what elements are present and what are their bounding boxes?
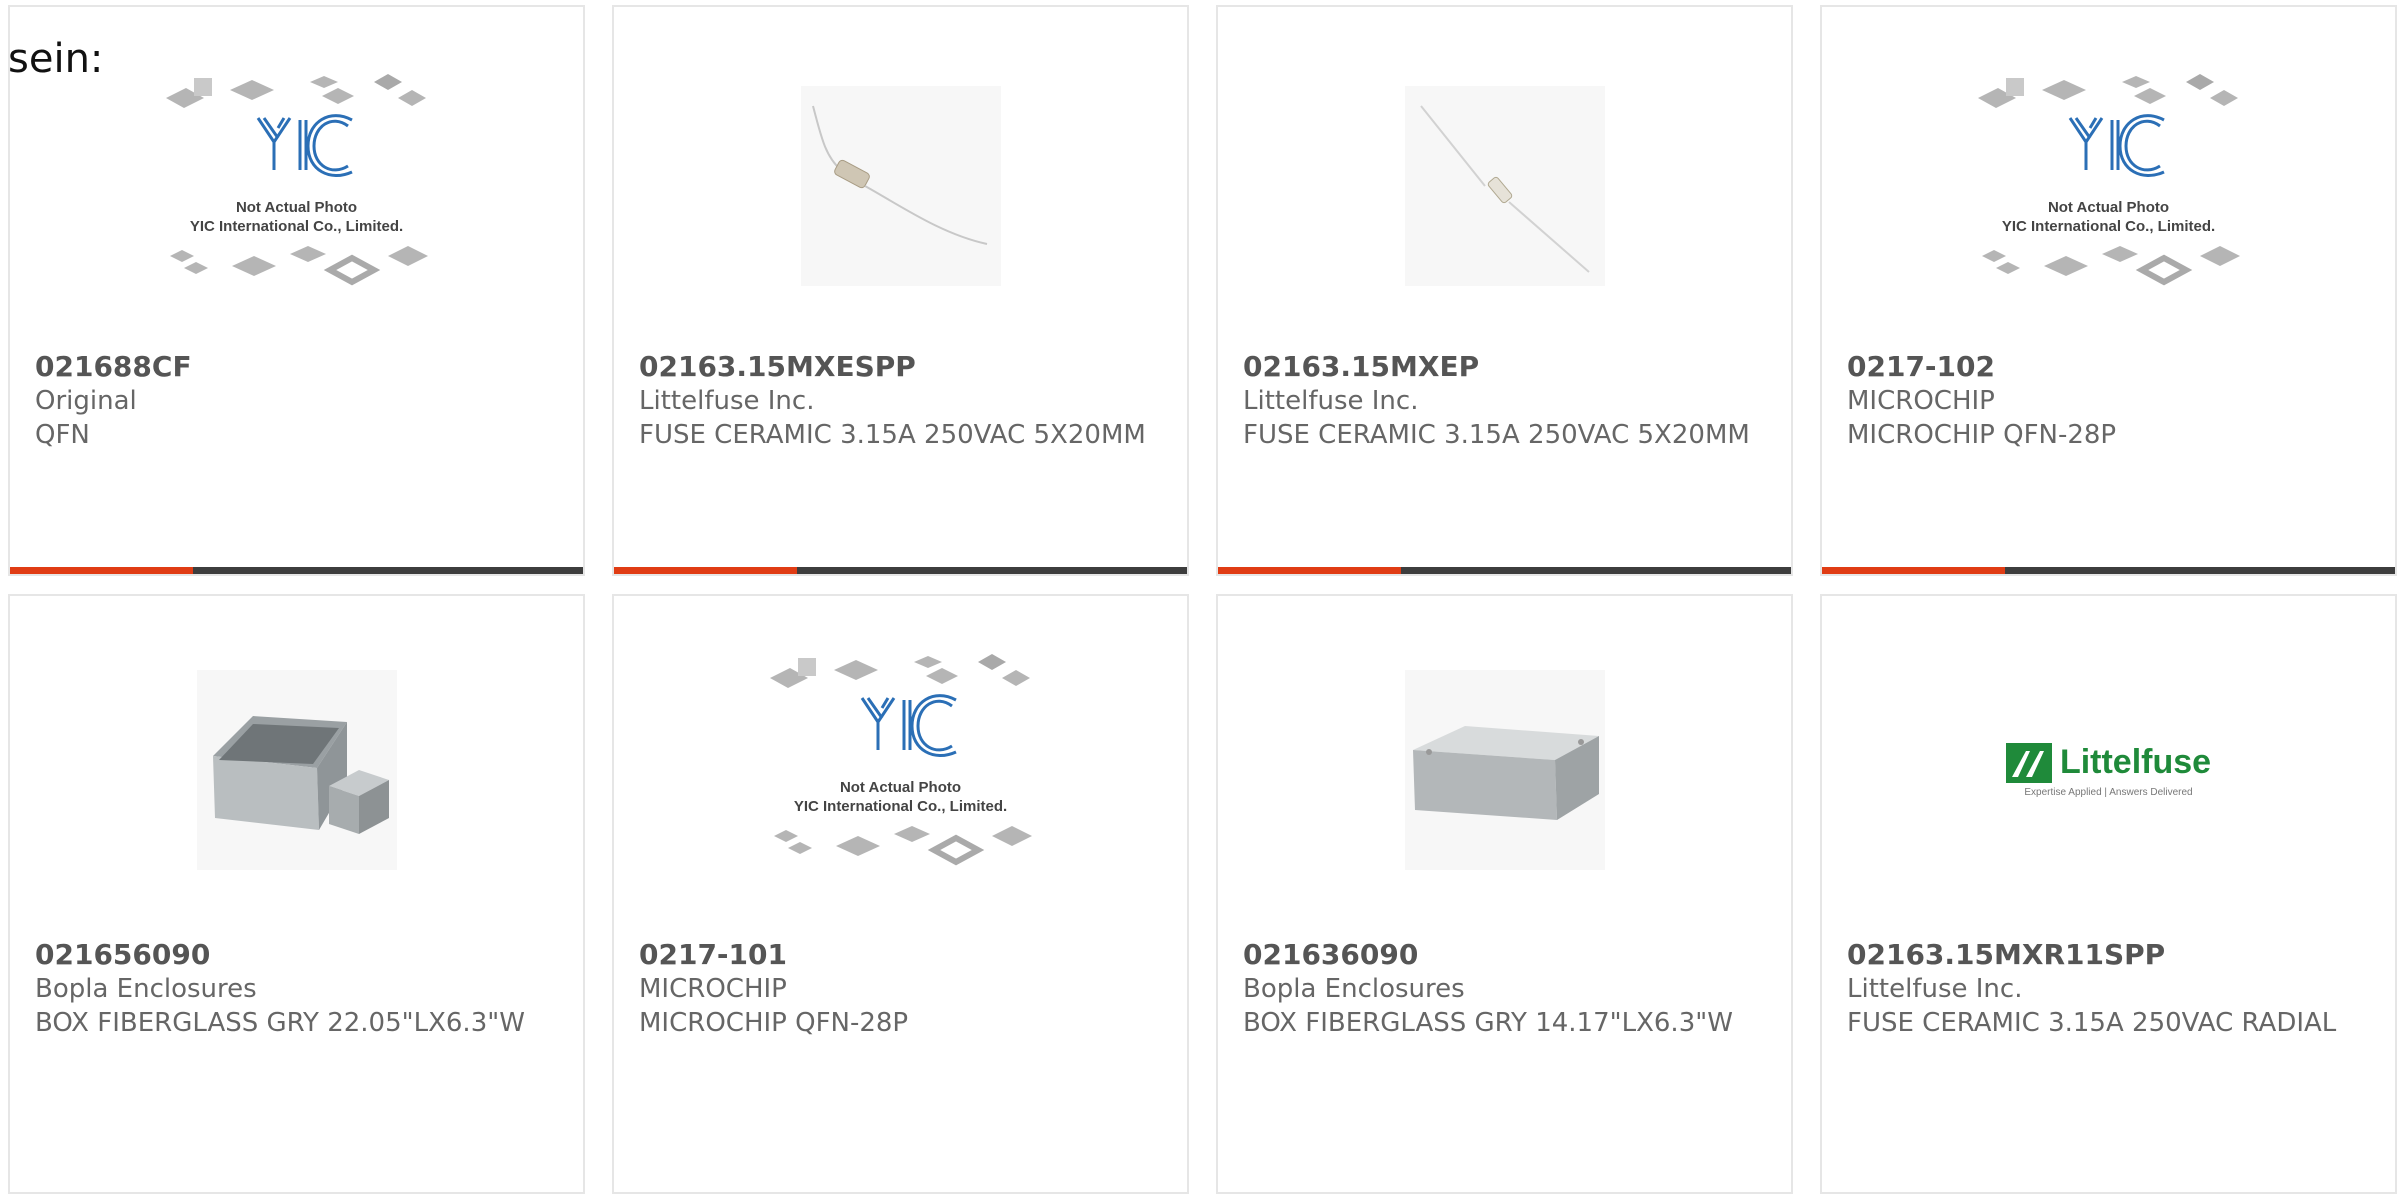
description: BOX FIBERGLASS GRY 14.17"LX6.3"W — [1243, 1008, 1733, 1038]
manufacturer: MICROCHIP — [1847, 386, 1995, 416]
description: BOX FIBERGLASS GRY 22.05"LX6.3"W — [35, 1008, 525, 1038]
product-image — [1404, 670, 1605, 870]
placeholder-company: YIC International Co., Limited. — [2001, 218, 2216, 235]
product-card[interactable]: Not Actual Photo YIC International Co., … — [612, 594, 1189, 1194]
card-accent — [614, 567, 797, 574]
product-image: Littelfuse Expertise Applied | Answers D… — [2005, 670, 2212, 870]
product-info: 021688CF Original QFN — [35, 350, 563, 452]
placeholder-company: YIC International Co., Limited. — [189, 218, 404, 235]
product-info: 02163.15MXEP Littelfuse Inc. FUSE CERAMI… — [1243, 350, 1771, 452]
manufacturer: Bopla Enclosures — [1243, 974, 1465, 1004]
part-number[interactable]: 02163.15MXESPP — [639, 350, 1167, 384]
card-accent — [1822, 567, 2005, 574]
manufacturer: MICROCHIP — [639, 974, 787, 1004]
littelfuse-mark-icon — [2005, 742, 2052, 783]
product-image — [196, 670, 397, 870]
part-number[interactable]: 02163.15MXR11SPP — [1847, 938, 2375, 972]
product-card[interactable]: 021636090 Bopla Enclosures BOX FIBERGLAS… — [1216, 594, 1793, 1194]
part-number[interactable]: 021688CF — [35, 350, 563, 384]
manufacturer: Littelfuse Inc. — [639, 386, 815, 416]
chip-package-icon — [769, 654, 1032, 866]
product-card[interactable]: Littelfuse Expertise Applied | Answers D… — [1820, 594, 2397, 1194]
placeholder-company: YIC International Co., Limited. — [793, 798, 1008, 815]
littelfuse-logo: Littelfuse Expertise Applied | Answers D… — [2005, 742, 2212, 798]
manufacturer: Bopla Enclosures — [35, 974, 257, 1004]
product-info: 021656090 Bopla Enclosures BOX FIBERGLAS… — [35, 938, 563, 1040]
part-number[interactable]: 021656090 — [35, 938, 563, 972]
manufacturer: Original — [35, 386, 137, 416]
card-bottom-bar — [1822, 567, 2395, 574]
product-image — [1404, 86, 1605, 286]
placeholder-image: Not Actual Photo YIC International Co., … — [165, 74, 428, 294]
card-accent — [1218, 567, 1401, 574]
enclosure-icon — [212, 716, 389, 834]
product-grid: Not Actual Photo YIC International Co., … — [0, 0, 2400, 1194]
description: FUSE CERAMIC 3.15A 250VAC RADIAL — [1847, 1008, 2337, 1038]
product-card[interactable]: Not Actual Photo YIC International Co., … — [8, 5, 585, 576]
fuse-icon — [1419, 105, 1590, 273]
placeholder-caption: Not Actual Photo — [2047, 199, 2170, 216]
description: QFN — [35, 420, 90, 450]
product-info: 02163.15MXESPP Littelfuse Inc. FUSE CERA… — [639, 350, 1167, 452]
product-info: 02163.15MXR11SPP Littelfuse Inc. FUSE CE… — [1847, 938, 2375, 1040]
product-info: 0217-101 MICROCHIP MICROCHIP QFN-28P — [639, 938, 1167, 1040]
description: FUSE CERAMIC 3.15A 250VAC 5X20MM — [639, 420, 1146, 450]
page-label: sein: — [8, 36, 104, 82]
description: FUSE CERAMIC 3.15A 250VAC 5X20MM — [1243, 420, 1750, 450]
placeholder-caption: Not Actual Photo — [235, 199, 358, 216]
product-image — [800, 86, 1001, 286]
manufacturer: Littelfuse Inc. — [1243, 386, 1419, 416]
card-bottom-bar — [1218, 567, 1791, 574]
product-info: 021636090 Bopla Enclosures BOX FIBERGLAS… — [1243, 938, 1771, 1040]
placeholder-caption: Not Actual Photo — [839, 779, 962, 796]
part-number[interactable]: 0217-102 — [1847, 350, 2375, 384]
placeholder-image: Not Actual Photo YIC International Co., … — [769, 654, 1032, 874]
card-bottom-bar — [10, 567, 583, 574]
card-bottom-bar — [614, 567, 1187, 574]
product-info: 0217-102 MICROCHIP MICROCHIP QFN-28P — [1847, 350, 2375, 452]
part-number[interactable]: 02163.15MXEP — [1243, 350, 1771, 384]
part-number[interactable]: 021636090 — [1243, 938, 1771, 972]
littelfuse-brand: Littelfuse — [2059, 743, 2212, 781]
manufacturer: Littelfuse Inc. — [1847, 974, 2023, 1004]
card-accent — [10, 567, 193, 574]
littelfuse-tagline: Expertise Applied | Answers Delivered — [2024, 786, 2193, 798]
description: MICROCHIP QFN-28P — [1847, 420, 2117, 450]
enclosure-icon — [1412, 726, 1599, 820]
chip-package-icon — [1977, 74, 2240, 286]
product-card[interactable]: 02163.15MXEP Littelfuse Inc. FUSE CERAMI… — [1216, 5, 1793, 576]
chip-package-icon — [165, 74, 428, 286]
product-card[interactable]: 02163.15MXESPP Littelfuse Inc. FUSE CERA… — [612, 5, 1189, 576]
part-number[interactable]: 0217-101 — [639, 938, 1167, 972]
product-card[interactable]: Not Actual Photo YIC International Co., … — [1820, 5, 2397, 576]
description: MICROCHIP QFN-28P — [639, 1008, 909, 1038]
fuse-icon — [811, 105, 987, 245]
product-card[interactable]: 021656090 Bopla Enclosures BOX FIBERGLAS… — [8, 594, 585, 1194]
placeholder-image: Not Actual Photo YIC International Co., … — [1977, 74, 2240, 294]
